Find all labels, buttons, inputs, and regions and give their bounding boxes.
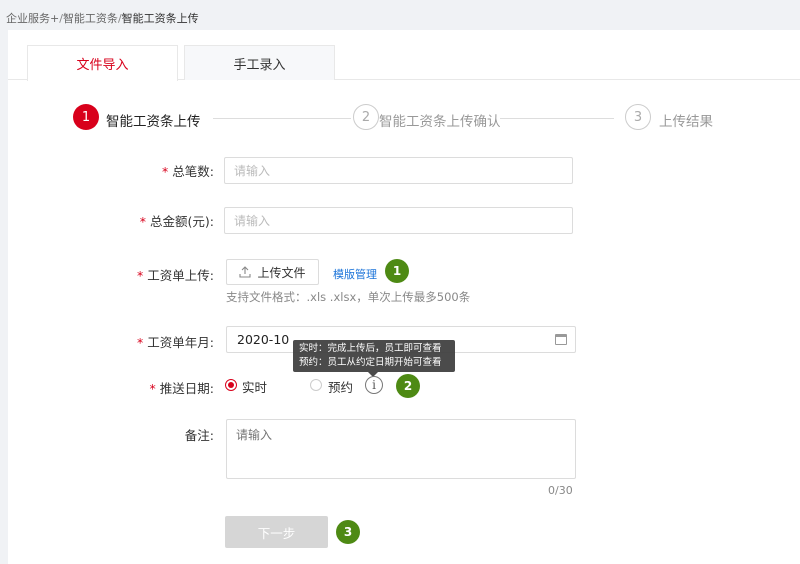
push-date-scheduled-radio[interactable] — [310, 379, 322, 391]
remark-textarea[interactable] — [226, 419, 576, 479]
callout-badge-3: 3 — [336, 520, 360, 544]
salary-month-label-text: 工资单年月: — [147, 335, 214, 350]
upload-icon — [239, 266, 252, 278]
step-2-circle: 2 — [353, 104, 379, 130]
step-1-circle: 1 — [73, 104, 99, 130]
total-amount-label: * 总金额(元): — [140, 211, 214, 230]
upload-format-hint: 支持文件格式：.xls .xlsx，单次上传最多500条 — [226, 290, 471, 304]
step-1-label: 智能工资条上传 — [106, 114, 201, 130]
salary-month-value: 2020-10 — [237, 332, 290, 347]
tooltip-line-realtime: 实时：完成上传后，员工即可查看 — [299, 343, 442, 354]
push-date-label-text: 推送日期: — [159, 381, 214, 396]
required-mark: * — [137, 268, 144, 283]
remark-label: 备注: — [184, 428, 214, 443]
push-date-tooltip: 实时：完成上传后，员工即可查看 预约：员工从约定日期开始可查看 — [293, 340, 455, 372]
step-connector — [213, 118, 351, 119]
push-date-realtime-label[interactable]: 实时 — [242, 377, 267, 396]
total-count-label-text: 总笔数: — [172, 164, 214, 179]
required-mark: * — [162, 164, 169, 179]
tab-file-import[interactable]: 文件导入 — [27, 45, 178, 81]
salary-month-label: * 工资单年月: — [137, 332, 214, 351]
breadcrumb-item-smart-payslip[interactable]: 智能工资条 — [63, 12, 118, 25]
salary-upload-label: * 工资单上传: — [137, 265, 214, 284]
step-3-label: 上传结果 — [659, 114, 713, 130]
step-3-circle: 3 — [625, 104, 651, 130]
tab-bar: 文件导入 手工录入 — [8, 30, 800, 81]
upload-file-button-label: 上传文件 — [257, 265, 306, 280]
info-icon[interactable]: i — [365, 376, 383, 394]
template-management-link[interactable]: 模版管理 — [333, 266, 377, 282]
push-date-scheduled-label[interactable]: 预约 — [328, 377, 353, 396]
breadcrumb-item-current: 智能工资条上传 — [121, 12, 199, 25]
required-mark: * — [137, 335, 144, 350]
next-step-button[interactable]: 下一步 — [225, 516, 328, 548]
total-count-input[interactable] — [224, 157, 573, 184]
tooltip-line-scheduled: 预约：员工从约定日期开始可查看 — [299, 357, 442, 368]
remark-char-counter: 0/30 — [548, 484, 573, 497]
calendar-icon[interactable] — [555, 334, 567, 345]
salary-upload-label-text: 工资单上传: — [147, 268, 214, 283]
breadcrumb: 企业服务+/智能工资条/智能工资条上传 — [6, 10, 199, 26]
total-amount-input[interactable] — [224, 207, 573, 234]
total-amount-label-text: 总金额(元): — [150, 214, 214, 229]
total-count-label: * 总笔数: — [162, 161, 214, 180]
upload-file-button[interactable]: 上传文件 — [226, 259, 319, 285]
step-connector — [500, 118, 614, 119]
required-mark: * — [149, 381, 156, 396]
callout-badge-2: 2 — [396, 374, 420, 398]
push-date-realtime-radio[interactable] — [225, 379, 237, 391]
breadcrumb-item-enterprise[interactable]: 企业服务+ — [6, 12, 59, 25]
required-mark: * — [139, 214, 147, 229]
main-card: 文件导入 手工录入 1 智能工资条上传 2 智能工资条上传确认 3 上传结果 *… — [8, 30, 800, 564]
step-2-label: 智能工资条上传确认 — [379, 114, 501, 130]
push-date-label: * 推送日期: — [150, 378, 214, 397]
callout-badge-1: 1 — [385, 259, 409, 283]
tab-manual-entry[interactable]: 手工录入 — [184, 45, 335, 80]
